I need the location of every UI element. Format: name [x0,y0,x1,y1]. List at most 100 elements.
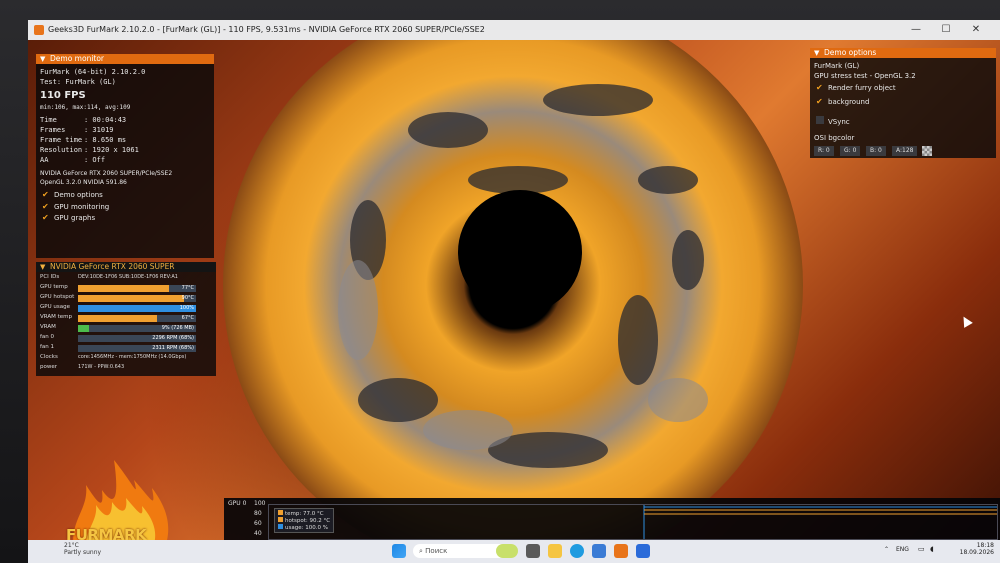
gpu-row-label: PCI IDs [40,274,60,280]
clock-time: 18:18 [976,542,994,549]
demo-options-panel: ▼ Demo options FurMark (GL) GPU stress t… [810,48,996,158]
gpu-row-text: DEV:10DE-1F06 SUB:10DE-1F06 REV:A1 [78,274,178,280]
widget-pill-icon[interactable] [496,544,518,558]
gpu-graph-panel: GPU 0 100 80 60 40 temp: 77.0 °C hotspot… [224,498,1000,540]
collapse-caret-icon[interactable]: ▼ [40,54,45,64]
fur-donut-render [223,40,803,540]
language-indicator[interactable]: ENG [896,546,909,553]
test-name: Test: FurMark (GL) [40,78,116,86]
bgcolor-blue-field[interactable]: B: 0 [866,146,886,156]
store-icon[interactable] [592,544,606,558]
gpu-row-label: VRAM temp [40,314,73,320]
edge-browser-icon[interactable] [570,544,584,558]
bgcolor-label: OSI bgcolor [814,134,855,142]
clock-date: 18.09.2026 [959,549,994,556]
stat-label: AA [40,156,49,164]
fps-stats: min:106, max:114, avg:109 [40,104,131,111]
gpu-row-bar-fill [78,325,89,332]
stat-row: Frame time : 8.650 ms [40,136,126,144]
gpu-row-bar-fill [78,305,196,312]
gpu-row-text: core:1456MHz - mem:1750MHz (14.0Gbps) [78,354,187,360]
minimize-icon[interactable]: — [904,20,928,40]
demo-options-title: Demo options [824,48,877,57]
mouse-cursor-icon [959,314,973,328]
stat-value: : 1920 x 1061 [84,146,139,154]
legend-item-hotspot: hotspot: 90.2 °C [278,517,330,524]
gpu-monitor-header[interactable]: ▼ NVIDIA GeForce RTX 2060 SUPER [36,262,216,272]
furmark-taskbar-icon[interactable] [614,544,628,558]
api-label: FurMark (GL) [814,62,860,70]
maximize-icon[interactable]: ☐ [934,20,958,40]
bgcolor-alpha-field[interactable]: A:128 [892,146,918,156]
file-explorer-icon[interactable] [548,544,562,558]
y-tick-label: 80 [254,510,262,517]
task-view-icon[interactable] [526,544,540,558]
app-taskbar-icon[interactable] [636,544,650,558]
weather-widget[interactable]: 21°C Partly sunny [64,542,101,556]
background-checkbox[interactable]: ✔ background [816,98,869,107]
checkmark-icon: ✔ [42,213,49,222]
taskbar-search[interactable]: ⌕ Поиск [413,544,507,558]
app-version: FurMark (64-bit) 2.10.2.0 [40,68,146,76]
render-viewport: ▼ Demo monitor FurMark (64-bit) 2.10.2.0… [28,40,1000,540]
close-icon[interactable]: ✕ [964,20,988,40]
stat-row: Resolution : 1920 x 1061 [40,146,139,154]
gpu-row-value: 9% (726 MB) [161,325,194,331]
gpu-row-value: 67°C [181,315,194,321]
bgcolor-green-field[interactable]: G: 0 [840,146,861,156]
opengl-version: OpenGL 3.2.0 NVIDIA 591.86 [40,179,127,186]
windows-start-icon[interactable] [392,544,406,558]
y-tick-label: 40 [254,530,262,537]
test-description: GPU stress test - OpenGL 3.2 [814,72,916,80]
gpu-row-value: 90°C [181,295,194,301]
window-title: Geeks3D FurMark 2.10.2.0 - [FurMark (GL)… [48,25,485,34]
legend-item-usage: usage: 100.0 % [278,524,330,531]
gpu-monitor-row: Clocks core:1456MHz - mem:1750MHz (14.0Gb… [40,354,212,363]
stat-value: : 8.650 ms [84,136,127,144]
demo-monitor-header[interactable]: ▼ Demo monitor [36,54,214,64]
vsync-checkbox[interactable]: VSync [816,116,850,126]
window-titlebar[interactable]: Geeks3D FurMark 2.10.2.0 - [FurMark (GL)… [28,20,1000,40]
stat-row: Frames : 31019 [40,126,114,134]
furmark-logo-text: FURMARK [66,526,147,540]
stat-value: : 31019 [84,126,114,134]
gpu-row-bar-fill [78,285,169,292]
demo-options-header[interactable]: ▼ Demo options [810,48,996,58]
gpu-row-bar-fill [78,295,184,302]
gpu-monitoring-checkbox[interactable]: ✔ GPU monitoring [42,202,109,212]
demo-monitor-panel: ▼ Demo monitor FurMark (64-bit) 2.10.2.0… [36,54,214,214]
gpu-row-bar-fill [78,315,157,322]
color-swatch-icon[interactable] [922,146,932,156]
gpu-row-bar: 90°C [78,295,196,302]
gpu-row-label: GPU hotspot [40,294,75,300]
bgcolor-red-field[interactable]: R: 0 [814,146,834,156]
screen: Geeks3D FurMark 2.10.2.0 - [FurMark (GL)… [28,20,1000,563]
stat-value: : 00:04:43 [84,116,127,124]
taskbar: 21°C Partly sunny ⌕ Поиск ⌃ ENG ▭ ◖ 18:1… [28,540,1000,563]
gpu-row-label: fan 0 [40,334,55,340]
gpu-row-label: VRAM [40,324,56,330]
gpu-row-bar: 9% (726 MB) [78,325,196,332]
demo-options-checkbox[interactable]: ✔ Demo options [42,191,103,200]
gpu-monitor-row: power 171W - PPW:0.643 [40,364,212,373]
gpu-graphs-checkbox[interactable]: ✔ GPU graphs [42,213,95,223]
network-icon[interactable]: ▭ [918,545,925,553]
gpu-row-bar: 2311 RPM (68%) [78,345,196,352]
demo-monitor-panel-footer: ✔ GPU graphs [36,214,214,258]
renderer-name: NVIDIA GeForce RTX 2060 SUPER/PCIe/SSE2 [40,170,173,177]
collapse-caret-icon[interactable]: ▼ [40,262,45,272]
collapse-caret-icon[interactable]: ▼ [814,48,819,58]
gpu-row-text: 171W - PPW:0.643 [78,364,125,370]
gpu-row-label: Clocks [40,354,58,360]
stat-label: Frames [40,126,66,134]
tray-chevron-icon[interactable]: ⌃ [884,546,889,553]
volume-icon[interactable]: ◖ [930,545,934,553]
gpu-row-label: power [40,364,57,370]
demo-monitor-title: Demo monitor [50,54,105,63]
render-furry-object-checkbox[interactable]: ✔ Render furry object [816,84,896,93]
fps-readout: 110 FPS [40,90,86,101]
legend-item-temp: temp: 77.0 °C [278,510,330,517]
graph-lines [643,505,997,539]
clock[interactable]: 18:18 18.09.2026 [960,542,994,556]
checkmark-icon: ✔ [42,202,49,211]
